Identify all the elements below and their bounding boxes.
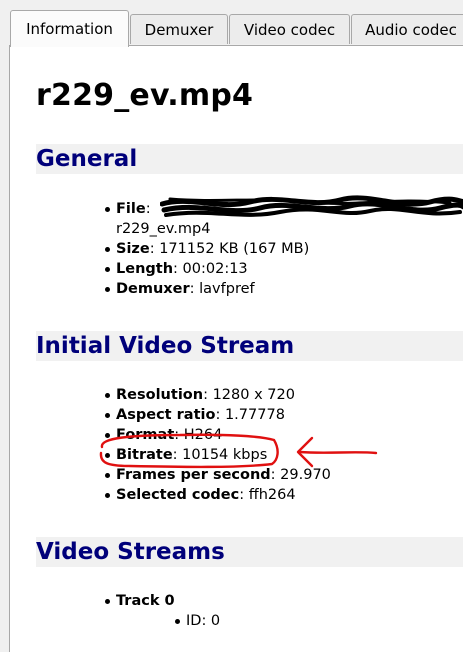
info-panel: r229_ev.mp4 General File: r229_ev.mp4 Si… <box>9 45 463 652</box>
track-sublist: ID: 0 <box>173 611 220 631</box>
bitrate-key: Bitrate <box>116 447 173 463</box>
list-item-fps: Frames per second: 29.970 <box>103 465 331 485</box>
tab-audio-codec[interactable]: Audio codec <box>351 14 463 44</box>
list-item-track-id: ID: 0 <box>173 611 220 631</box>
file-key: File <box>116 201 146 217</box>
list-item-size: Size: 171152 KB (167 MB) <box>103 239 309 259</box>
tab-bar: Information Demuxer Video codec Audio co… <box>0 0 463 48</box>
format-key: Format <box>116 427 175 443</box>
fps-key: Frames per second <box>116 467 271 483</box>
list-item-aspect: Aspect ratio: 1.77778 <box>103 405 331 425</box>
tab-demuxer-label: Demuxer <box>144 21 214 39</box>
section-video-label: Initial Video Stream <box>36 333 295 359</box>
list-item-demuxer: Demuxer: lavfpref <box>103 279 309 299</box>
list-item-resolution: Resolution: 1280 x 720 <box>103 385 331 405</box>
section-streams-label: Video Streams <box>36 539 225 565</box>
tab-information[interactable]: Information <box>10 10 129 47</box>
codec-key: Selected codec <box>116 487 240 503</box>
video-list: Resolution: 1280 x 720 Aspect ratio: 1.7… <box>103 385 331 505</box>
section-video-heading: Initial Video Stream <box>36 331 463 361</box>
demuxer-key: Demuxer <box>116 281 190 297</box>
tab-demuxer[interactable]: Demuxer <box>130 14 228 44</box>
length-key: Length <box>116 261 174 277</box>
section-general-label: General <box>36 146 138 172</box>
bitrate-value: 10154 kbps <box>182 447 268 463</box>
format-value: H264 <box>183 427 223 443</box>
tab-video-codec[interactable]: Video codec <box>229 14 350 44</box>
tab-audio-codec-label: Audio codec <box>365 21 457 39</box>
list-item-bitrate: Bitrate: 10154 kbps <box>103 445 331 465</box>
resolution-value: 1280 x 720 <box>212 387 295 403</box>
track-id: ID: 0 <box>186 613 221 629</box>
tab-video-codec-label: Video codec <box>243 21 336 39</box>
section-general-heading: General <box>36 144 463 174</box>
tab-information-label: Information <box>26 20 113 38</box>
section-streams-heading: Video Streams <box>36 537 463 567</box>
redaction-scribble <box>160 195 463 217</box>
codec-value: ffh264 <box>248 487 296 503</box>
list-item-codec: Selected codec: ffh264 <box>103 485 331 505</box>
list-item-format: Format: H264 <box>103 425 331 445</box>
fps-value: 29.970 <box>280 467 331 483</box>
size-value: 171152 KB (167 MB) <box>159 241 310 257</box>
list-item-track: Track 0 <box>103 591 175 611</box>
file-title: r229_ev.mp4 <box>36 78 254 113</box>
track-label: Track 0 <box>116 593 175 609</box>
aspect-value: 1.77778 <box>224 407 285 423</box>
length-value: 00:02:13 <box>182 261 248 277</box>
streams-list: Track 0 <box>103 591 175 611</box>
demuxer-value: lavfpref <box>199 281 255 297</box>
aspect-key: Aspect ratio <box>116 407 216 423</box>
resolution-key: Resolution <box>116 387 204 403</box>
list-item-length: Length: 00:02:13 <box>103 259 309 279</box>
size-key: Size <box>116 241 150 257</box>
